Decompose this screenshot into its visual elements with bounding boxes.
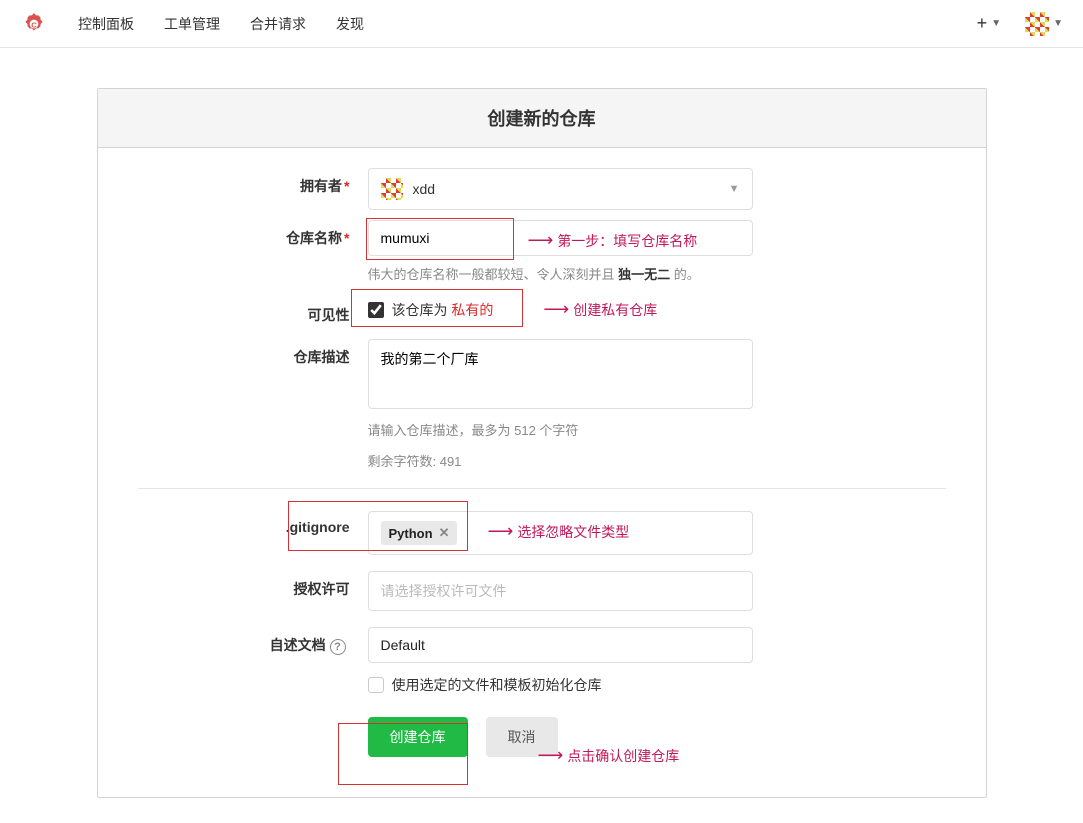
license-placeholder: 请选择授权许可文件	[381, 581, 507, 601]
create-menu[interactable]: + ▼	[977, 13, 1001, 34]
readme-value: Default	[381, 637, 425, 653]
page-title: 创建新的仓库	[98, 105, 986, 131]
panel-header: 创建新的仓库	[98, 89, 986, 148]
visibility-checkbox-row: 该仓库为 私有的 ⟶ 创建私有仓库	[368, 297, 946, 320]
private-checkbox[interactable]	[368, 302, 384, 318]
arrow-icon: ⟶	[538, 745, 564, 766]
annotation-private: ⟶ 创建私有仓库	[543, 299, 657, 320]
repo-name-label: 仓库名称	[138, 220, 368, 248]
arrow-icon: ⟶	[528, 230, 554, 251]
desc-remaining: 剩余字符数: 491	[368, 451, 946, 470]
divider	[138, 488, 946, 489]
nav-pulls[interactable]: 合并请求	[250, 14, 306, 34]
nav-explore[interactable]: 发现	[336, 14, 364, 34]
gitignore-label: .gitignore	[138, 511, 368, 535]
create-repo-panel: 创建新的仓库 拥有者 xdd ▼ 仓库名称 ⟶ 第一步：填写仓库名称	[97, 88, 987, 798]
logo-icon[interactable]: C	[20, 10, 48, 38]
owner-value: xdd	[413, 181, 436, 197]
init-repo-row: 使用选定的文件和模板初始化仓库	[368, 675, 946, 695]
caret-down-icon: ▼	[729, 183, 740, 195]
visibility-text: 该仓库为 私有的	[392, 300, 494, 320]
license-label: 授权许可	[138, 571, 368, 599]
readme-select[interactable]: Default	[368, 627, 753, 663]
owner-dropdown[interactable]: xdd ▼	[368, 168, 753, 210]
help-icon[interactable]: ?	[330, 639, 346, 655]
readme-label: 自述文档 ?	[138, 627, 368, 655]
arrow-icon: ⟶	[543, 299, 569, 320]
owner-label: 拥有者	[138, 168, 368, 196]
annotation-step1: ⟶ 第一步：填写仓库名称	[528, 230, 698, 251]
plus-icon: +	[977, 13, 988, 34]
nav-links: 控制面板 工单管理 合并请求 发现	[78, 14, 364, 34]
topbar-right: + ▼ ▼	[977, 12, 1063, 36]
top-navbar: C 控制面板 工单管理 合并请求 发现 + ▼ ▼	[0, 0, 1083, 48]
remove-tag-icon[interactable]: ✕	[439, 525, 450, 541]
annotation-confirm: ⟶ 点击确认创建仓库	[538, 745, 680, 766]
desc-help: 请输入仓库描述，最多为 512 个字符	[368, 420, 946, 439]
init-checkbox[interactable]	[368, 677, 384, 693]
license-select[interactable]: 请选择授权许可文件	[368, 571, 753, 611]
annotation-gitignore: ⟶ 选择忽略文件类型	[488, 521, 630, 542]
gitignore-tag: Python ✕	[381, 521, 458, 545]
visibility-label: 可见性	[138, 297, 368, 325]
owner-avatar-icon	[381, 178, 403, 200]
create-repo-button[interactable]: 创建仓库	[368, 717, 468, 757]
svg-text:C: C	[31, 20, 37, 29]
caret-down-icon: ▼	[991, 18, 1001, 29]
user-menu[interactable]: ▼	[1025, 12, 1063, 36]
desc-label: 仓库描述	[138, 339, 368, 367]
avatar-icon	[1025, 12, 1049, 36]
nav-issues[interactable]: 工单管理	[164, 14, 220, 34]
desc-textarea[interactable]: 我的第二个厂库	[368, 339, 753, 409]
nav-dashboard[interactable]: 控制面板	[78, 14, 134, 34]
arrow-icon: ⟶	[488, 521, 514, 542]
repo-name-help: 伟大的仓库名称一般都较短、令人深刻并且 独一无二 的。	[368, 264, 946, 283]
init-label: 使用选定的文件和模板初始化仓库	[392, 675, 602, 695]
caret-down-icon: ▼	[1053, 18, 1063, 29]
